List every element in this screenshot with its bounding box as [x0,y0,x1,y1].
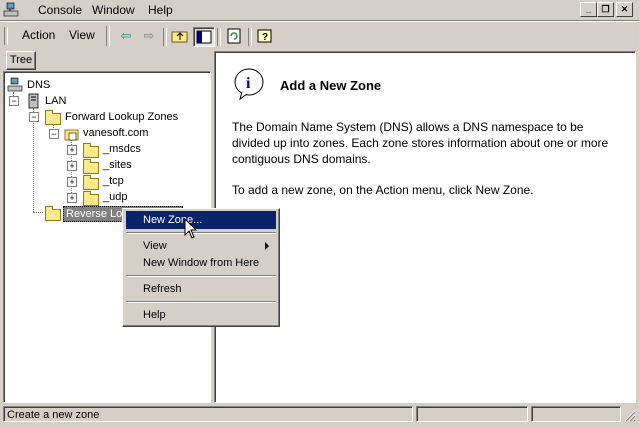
svg-text:i: i [246,75,251,92]
context-new-zone[interactable]: New Zone... [126,211,276,229]
context-help[interactable]: Help [126,306,276,324]
status-text: Create a new zone [3,406,413,422]
tree-node-vanesoft[interactable]: vanesoft.com [83,127,148,139]
context-menu: New Zone... View New Window from Here Re… [122,208,280,327]
action-menu[interactable]: Action [22,28,55,42]
mouse-cursor-icon [184,217,198,243]
toolbar-separator-4 [248,28,252,46]
toolbar-separator [106,26,110,46]
expand-tcp-icon[interactable]: + [67,177,77,187]
toolbar-grip [4,27,8,45]
toolbar: Action View [0,23,639,49]
expand-msdcs-icon[interactable]: + [67,145,77,155]
forward-icon[interactable]: ⇨ [139,27,159,45]
menu-console[interactable]: Console [38,1,82,19]
submenu-arrow-icon [265,242,269,250]
tree-node-tcp[interactable]: _tcp [103,175,124,187]
menubar-divider [0,20,639,22]
toolbar-separator-2 [163,28,167,46]
folder-icon [83,175,99,190]
menubar: Console Window Help _ ❐ ✕ [0,0,639,20]
tree-tab[interactable]: Tree [6,51,36,70]
menu-window[interactable]: Window [92,1,135,19]
expand-sites-icon[interactable]: + [67,161,77,171]
tree-node-lan[interactable]: LAN [45,95,66,107]
collapse-vanesoft-icon[interactable]: − [49,129,59,139]
collapse-lan-icon[interactable]: − [9,96,19,106]
expand-udp-icon[interactable]: + [67,193,77,203]
context-new-window[interactable]: New Window from Here [126,254,276,272]
content-paragraph-1: The Domain Name System (DNS) allows a DN… [232,120,609,166]
folder-icon [83,159,99,174]
status-panel [531,406,621,422]
restore-button[interactable]: ❐ [597,2,614,17]
tree-node-msdcs[interactable]: _msdcs [103,143,141,155]
console-app-icon[interactable] [3,2,19,18]
folder-icon [83,143,99,158]
context-separator [126,301,276,303]
context-view[interactable]: View [126,237,276,255]
context-separator [126,232,276,234]
minimize-button[interactable]: _ [580,2,597,17]
folder-icon [83,191,99,206]
up-one-level-icon[interactable] [170,27,190,45]
toolbar-separator-3 [217,28,221,46]
context-refresh[interactable]: Refresh [126,280,276,298]
svg-text:?: ? [262,32,268,43]
tree-node-dns[interactable]: DNS [27,79,50,91]
content-heading: Add a New Zone [280,78,382,93]
tree-node-forward-lookup-zones[interactable]: Forward Lookup Zones [65,111,178,123]
tree-node-udp[interactable]: _udp [103,191,127,203]
close-button[interactable]: ✕ [616,2,633,17]
info-icon: i [232,67,266,104]
tree-line [33,212,43,213]
menu-help[interactable]: Help [148,1,173,19]
resize-grip-icon[interactable] [624,410,636,422]
content-paragraph-2: To add a new zone, on the Action menu, c… [232,183,534,197]
back-icon[interactable]: ⇦ [116,27,136,45]
server-icon [27,93,41,112]
folder-icon [45,206,61,221]
collapse-forward-icon[interactable]: − [29,112,39,122]
show-hide-tree-icon[interactable] [193,27,215,47]
tree-node-sites[interactable]: _sites [103,159,132,171]
tree-line [33,108,34,212]
status-panel [416,406,528,422]
view-menu[interactable]: View [69,28,95,42]
folder-icon [45,110,61,125]
zone-icon [64,126,80,145]
dns-server-icon [7,77,23,96]
help-icon[interactable]: ? [255,27,275,45]
refresh-icon[interactable] [224,27,244,45]
context-separator [126,275,276,277]
